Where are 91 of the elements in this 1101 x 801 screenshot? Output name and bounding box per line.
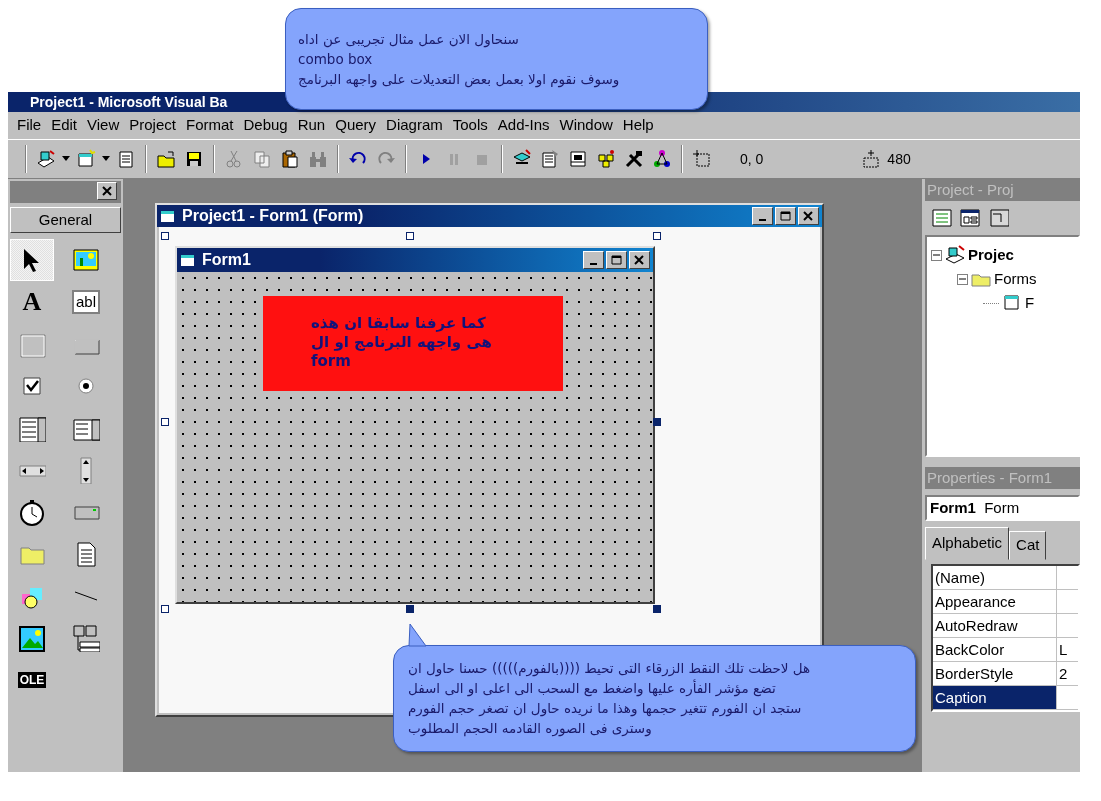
resize-handle[interactable] bbox=[161, 232, 169, 240]
property-value[interactable]: L bbox=[1057, 637, 1078, 661]
property-value[interactable]: 2 bbox=[1057, 661, 1078, 685]
menu-item[interactable]: Query bbox=[330, 114, 382, 137]
menu-item[interactable]: Help bbox=[617, 114, 659, 137]
menu-item[interactable]: Diagram bbox=[381, 114, 448, 137]
properties-icon[interactable] bbox=[540, 149, 560, 169]
resize-handle[interactable] bbox=[161, 418, 169, 426]
close-icon bbox=[634, 255, 645, 265]
form-icon bbox=[1002, 293, 1022, 313]
minimize-button[interactable] bbox=[583, 251, 604, 269]
callout-tail bbox=[408, 624, 428, 648]
stopwatch-icon[interactable] bbox=[18, 498, 46, 526]
resize-handle[interactable] bbox=[406, 605, 414, 613]
view-code-icon[interactable] bbox=[931, 208, 953, 228]
molecule-icon[interactable] bbox=[652, 149, 672, 169]
position-icon[interactable] bbox=[692, 149, 712, 169]
minimize-icon bbox=[590, 263, 597, 265]
maximize-button[interactable] bbox=[606, 251, 627, 269]
menu-item[interactable]: Run bbox=[292, 114, 331, 137]
project-icon[interactable] bbox=[36, 149, 56, 169]
tree-item[interactable]: Forms bbox=[994, 267, 1037, 291]
collapse-toggle[interactable] bbox=[931, 249, 942, 261]
image-icon[interactable] bbox=[18, 624, 46, 652]
close-button[interactable] bbox=[798, 207, 819, 225]
toggle-folders-icon[interactable] bbox=[987, 208, 1009, 228]
view-object-icon[interactable] bbox=[959, 208, 981, 228]
caret-icon[interactable] bbox=[62, 156, 70, 162]
menu-item[interactable]: Window bbox=[554, 114, 618, 137]
designer-title: Project1 - Form1 (Form) bbox=[182, 206, 364, 226]
cubes-icon[interactable] bbox=[596, 149, 616, 169]
layout-icon[interactable] bbox=[568, 149, 588, 169]
resize-handle[interactable] bbox=[653, 232, 661, 240]
menu-item[interactable]: Add-Ins bbox=[492, 114, 555, 137]
minimize-icon bbox=[759, 219, 766, 221]
size-icon[interactable] bbox=[861, 149, 882, 169]
ole-tool[interactable]: OLE bbox=[17, 672, 47, 688]
menu-icon[interactable] bbox=[116, 149, 136, 169]
form-icon bbox=[180, 252, 196, 268]
save-icon[interactable] bbox=[184, 149, 204, 169]
minimize-button[interactable] bbox=[752, 207, 773, 225]
panel-title: Project - Proj bbox=[925, 179, 1080, 201]
callout-bubble: هل لاحظت تلك النقط الزرقاء التى تحيط ((((بالفورم))))) حسنا حاول ان تضع مؤشر الفأره عليها واضغط مع السحب الى اعلى او الى اسفل ستجد ان الفورم تتغير حجمها وهذا ما نريده حاول ان تصغر حجم الفورم وسترى فى الصوره القادمه الحجم المطلوب bbox=[393, 645, 916, 752]
folder-icon[interactable] bbox=[156, 149, 176, 169]
resize-handle[interactable] bbox=[406, 232, 414, 240]
menu-item[interactable]: View bbox=[82, 114, 125, 137]
property-name[interactable]: BackColor bbox=[933, 637, 1057, 661]
toolbox-tab[interactable]: General bbox=[10, 207, 121, 233]
collapse-toggle[interactable] bbox=[957, 273, 968, 285]
close-icon bbox=[102, 186, 112, 196]
label-tool[interactable]: A bbox=[22, 289, 42, 315]
resize-handle[interactable] bbox=[653, 605, 661, 613]
paste-icon[interactable] bbox=[280, 149, 300, 169]
form-icon bbox=[160, 208, 176, 224]
menu-item[interactable]: Edit bbox=[46, 114, 83, 137]
property-name[interactable]: Appearance bbox=[933, 589, 1057, 613]
property-name[interactable]: AutoRedraw bbox=[933, 613, 1057, 637]
size-readout: 480 bbox=[887, 149, 911, 169]
property-name[interactable]: BorderStyle bbox=[933, 661, 1057, 685]
close-icon bbox=[803, 211, 814, 221]
close-button[interactable] bbox=[629, 251, 650, 269]
maximize-button[interactable] bbox=[775, 207, 796, 225]
close-button[interactable] bbox=[97, 182, 117, 200]
object-dropdown[interactable]: Form1 Form bbox=[925, 495, 1080, 521]
hammer-icon[interactable] bbox=[624, 149, 644, 169]
combo-box-icon[interactable] bbox=[18, 414, 46, 442]
properties-tab[interactable]: Alphabetic bbox=[925, 527, 1010, 560]
menu-item[interactable]: Project bbox=[124, 114, 181, 137]
tree-item[interactable]: Projec bbox=[968, 243, 1014, 267]
menu-item[interactable]: Format bbox=[180, 114, 239, 137]
selected-tool[interactable] bbox=[10, 239, 54, 281]
form-title: Form1 bbox=[202, 250, 251, 270]
project-icon bbox=[945, 245, 965, 265]
menu-item[interactable]: Debug bbox=[238, 114, 293, 137]
data-control-icon[interactable] bbox=[72, 624, 100, 652]
menu-item[interactable]: Tools bbox=[447, 114, 493, 137]
maximize-icon bbox=[780, 211, 791, 221]
form-icon[interactable] bbox=[76, 149, 96, 169]
caret-icon[interactable] bbox=[102, 156, 110, 162]
resize-handle[interactable] bbox=[161, 605, 169, 613]
maximize-icon bbox=[611, 255, 622, 265]
resize-handle[interactable] bbox=[653, 418, 661, 426]
menu-item[interactable]: File bbox=[12, 114, 47, 137]
picture-icon[interactable] bbox=[72, 246, 100, 274]
textbox-tool[interactable]: abl bbox=[72, 290, 100, 314]
property-name[interactable]: Caption bbox=[933, 685, 1057, 709]
position-readout: 0, 0 bbox=[740, 149, 764, 169]
properties-tab[interactable]: Cat bbox=[1009, 531, 1047, 560]
tree-item[interactable]: F bbox=[1025, 291, 1035, 315]
property-name[interactable]: (Name) bbox=[933, 565, 1057, 589]
panel-title: Properties - Form1 bbox=[925, 467, 1080, 489]
